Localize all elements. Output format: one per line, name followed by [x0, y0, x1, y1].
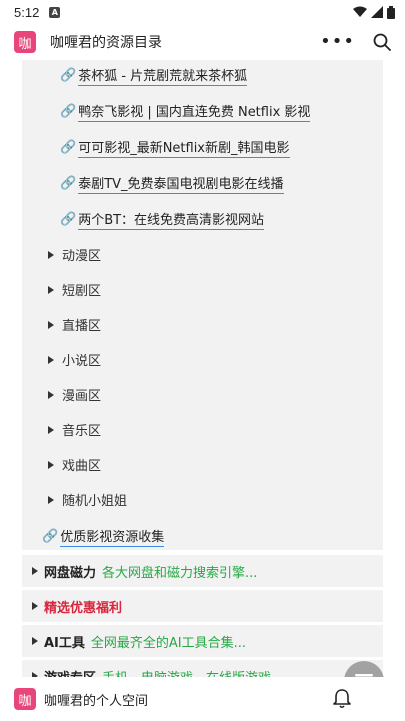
- section-deals[interactable]: 精选优惠福利: [22, 590, 383, 622]
- category-opera[interactable]: 戏曲区: [48, 455, 101, 474]
- section-name: 精选优惠福利: [44, 600, 123, 616]
- status-time: 5:12: [14, 4, 40, 20]
- directory-content: 🔗 茶杯狐 - 片荒剧荒就来茶杯狐 🔗 鸭奈飞影视 | 国内直连免费 Netfl…: [0, 60, 405, 677]
- section-desc: 各大网盘和磁力搜索引擎...: [102, 565, 258, 581]
- resource-link[interactable]: 🔗 可可影视_最新Netflix新剧_韩国电影: [60, 137, 290, 158]
- expand-triangle-icon: [32, 602, 38, 610]
- category-label: 小说区: [62, 354, 102, 369]
- resource-link[interactable]: 🔗 茶杯狐 - 片荒剧荒就来茶杯狐: [60, 65, 248, 86]
- section-cloud-magnet[interactable]: 网盘磁力 各大网盘和磁力搜索引擎...: [22, 555, 383, 587]
- status-icons: [353, 5, 395, 19]
- section-name: AI工具: [44, 635, 85, 651]
- expand-triangle-icon: [48, 250, 54, 259]
- section-name: 网盘磁力: [44, 565, 97, 581]
- link-icon: 🔗: [42, 529, 59, 544]
- wifi-icon: [353, 6, 367, 17]
- resource-link-label[interactable]: 泰剧TV_免费泰国电视剧电影在线播: [78, 173, 284, 194]
- page-title[interactable]: 咖喱君的资源目录: [50, 32, 162, 52]
- expand-triangle-icon: [48, 355, 54, 364]
- resource-link-label[interactable]: 两个BT：在线免费高清影视网站: [78, 209, 265, 230]
- section-desc: 手机、电脑游戏、在线版游戏...: [102, 667, 283, 678]
- link-icon: 🔗: [60, 104, 77, 119]
- expand-triangle-icon: [32, 567, 38, 575]
- category-label: 直播区: [62, 319, 102, 334]
- signal-icon: [371, 6, 383, 18]
- site-logo[interactable]: 咖: [14, 31, 36, 53]
- section-games[interactable]: 游戏专区 手机、电脑游戏、在线版游戏...: [22, 660, 383, 677]
- resource-link[interactable]: 🔗 泰剧TV_免费泰国电视剧电影在线播: [60, 173, 284, 194]
- expand-triangle-icon: [48, 320, 54, 329]
- notification-icon: A: [49, 6, 61, 18]
- category-label: 漫画区: [62, 389, 102, 404]
- link-icon: 🔗: [60, 68, 77, 83]
- category-label: 随机小姐姐: [62, 494, 128, 509]
- category-music[interactable]: 音乐区: [48, 420, 101, 439]
- section-name: 游戏专区: [44, 667, 96, 678]
- bell-icon[interactable]: [333, 689, 351, 709]
- expand-triangle-icon: [32, 637, 38, 645]
- resource-link[interactable]: 🔗 鸭奈飞影视 | 国内直连免费 Netflix 影视: [60, 101, 311, 122]
- expand-triangle-icon: [48, 425, 54, 434]
- resource-link-label[interactable]: 鸭奈飞影视 | 国内直连免费 Netflix 影视: [78, 101, 311, 122]
- category-anime[interactable]: 动漫区: [48, 245, 101, 264]
- link-icon: 🔗: [60, 140, 77, 155]
- expand-triangle-icon: [48, 285, 54, 294]
- section-ai-tools[interactable]: AI工具 全网最齐全的AI工具合集...: [22, 625, 383, 657]
- category-novel[interactable]: 小说区: [48, 350, 101, 369]
- category-label: 短剧区: [62, 284, 102, 299]
- resource-link[interactable]: 🔗 两个BT：在线免费高清影视网站: [60, 209, 265, 230]
- link-icon: 🔗: [60, 176, 77, 191]
- personal-space-title[interactable]: 咖喱君的个人空间: [44, 690, 148, 709]
- category-short-drama[interactable]: 短剧区: [48, 280, 101, 299]
- expand-triangle-icon: [48, 495, 54, 504]
- expand-triangle-icon: [48, 460, 54, 469]
- category-label: 动漫区: [62, 249, 102, 264]
- category-label: 音乐区: [62, 424, 102, 439]
- resource-link-label[interactable]: 茶杯狐 - 片荒剧荒就来茶杯狐: [78, 65, 248, 86]
- category-random-girls[interactable]: 随机小姐姐: [48, 490, 127, 509]
- status-bar: 5:12 A: [0, 0, 405, 24]
- site-logo[interactable]: 咖: [14, 688, 36, 710]
- bottom-bar: 咖 咖喱君的个人空间: [0, 677, 405, 721]
- collection-link-label[interactable]: 优质影视资源收集: [60, 526, 165, 547]
- expand-triangle-icon: [48, 390, 54, 399]
- category-live[interactable]: 直播区: [48, 315, 101, 334]
- link-icon: 🔗: [60, 212, 77, 227]
- battery-icon: [387, 5, 395, 19]
- category-comic[interactable]: 漫画区: [48, 385, 101, 404]
- section-desc: 全网最齐全的AI工具合集...: [90, 635, 247, 651]
- search-icon[interactable]: [373, 33, 391, 51]
- resource-link-label[interactable]: 可可影视_最新Netflix新剧_韩国电影: [78, 137, 290, 158]
- collection-link[interactable]: 🔗 优质影视资源收集: [42, 526, 165, 547]
- app-header: 咖 咖喱君的资源目录 •••: [0, 24, 405, 60]
- more-dots-icon[interactable]: •••: [320, 33, 355, 51]
- category-label: 戏曲区: [62, 459, 102, 474]
- header-actions: •••: [320, 33, 391, 51]
- video-resources-panel: [22, 60, 383, 550]
